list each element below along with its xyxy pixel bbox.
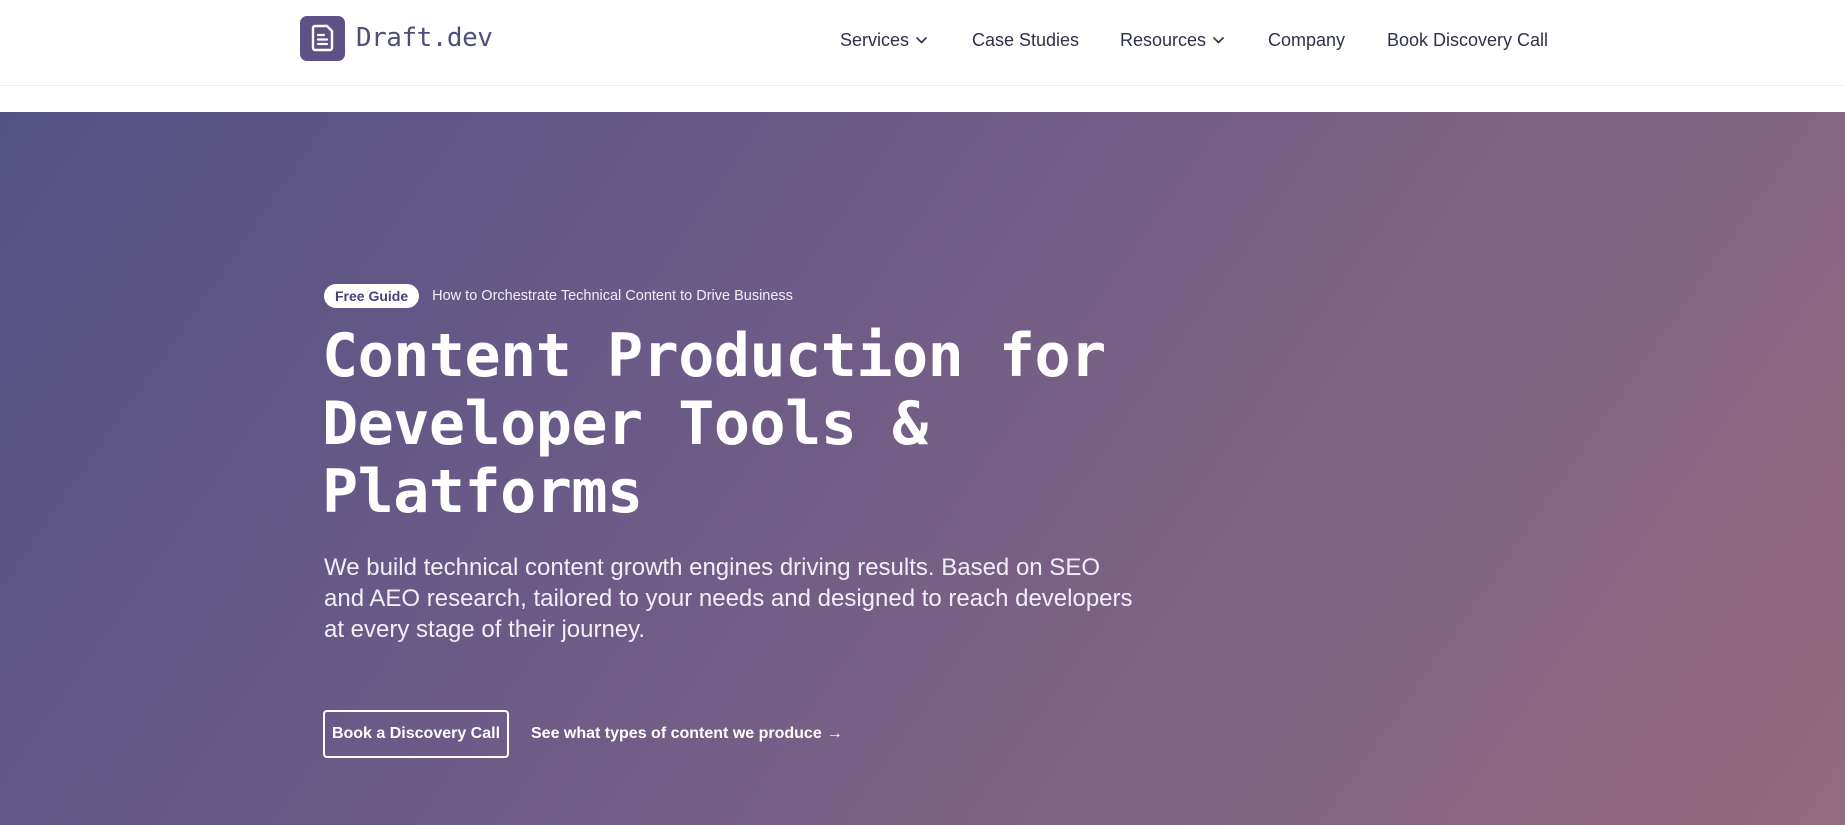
hero-section: Free Guide How to Orchestrate Technical … — [0, 112, 1845, 825]
nav-case-studies[interactable]: Case Studies — [972, 30, 1079, 51]
hero-description-line: We build technical content growth engine… — [324, 554, 1100, 581]
book-discovery-call-button[interactable]: Book a Discovery Call — [323, 710, 509, 758]
nav-services[interactable]: Services — [840, 30, 927, 51]
site-header: Draft.dev Services Case Studies Resource… — [0, 0, 1845, 86]
hero-title: Content Production for Developer Tools &… — [322, 322, 1122, 526]
content-types-link-label: See what types of content we produce — [531, 725, 822, 742]
chevron-down-icon — [1213, 36, 1224, 44]
nav-services-label: Services — [840, 29, 910, 50]
chevron-down-icon — [916, 36, 927, 44]
nav-resources-label: Resources — [1120, 29, 1207, 50]
document-icon — [300, 15, 345, 61]
logo-link[interactable]: Draft.dev — [300, 15, 493, 61]
hero-title-line: Platforms — [322, 457, 643, 527]
promo-banner[interactable]: Free Guide How to Orchestrate Technical … — [324, 284, 793, 308]
hero-title-line: Developer Tools & — [322, 389, 928, 459]
nav-case-studies-label: Case Studies — [972, 29, 1080, 50]
hero-description-line: at every stage of their journey. — [324, 616, 646, 643]
nav-company[interactable]: Company — [1268, 30, 1345, 51]
promo-link[interactable]: How to Orchestrate Technical Content to … — [432, 288, 793, 304]
free-guide-badge: Free Guide — [324, 284, 420, 308]
hero-description: We build technical content growth engine… — [324, 552, 1133, 645]
nav-book-discovery-call-label: Book Discovery Call — [1387, 29, 1549, 50]
nav-book-discovery-call[interactable]: Book Discovery Call — [1387, 30, 1548, 51]
nav-resources[interactable]: Resources — [1120, 30, 1224, 51]
arrow-right-icon: → — [826, 725, 843, 742]
hero-title-line: Content Production for — [322, 321, 1106, 391]
content-types-link[interactable]: See what types of content we produce → — [531, 722, 843, 746]
nav-company-label: Company — [1268, 29, 1346, 50]
logo-text: Draft.dev — [356, 23, 493, 53]
hero-description-line: and AEO research, tailored to your needs… — [324, 585, 1133, 612]
